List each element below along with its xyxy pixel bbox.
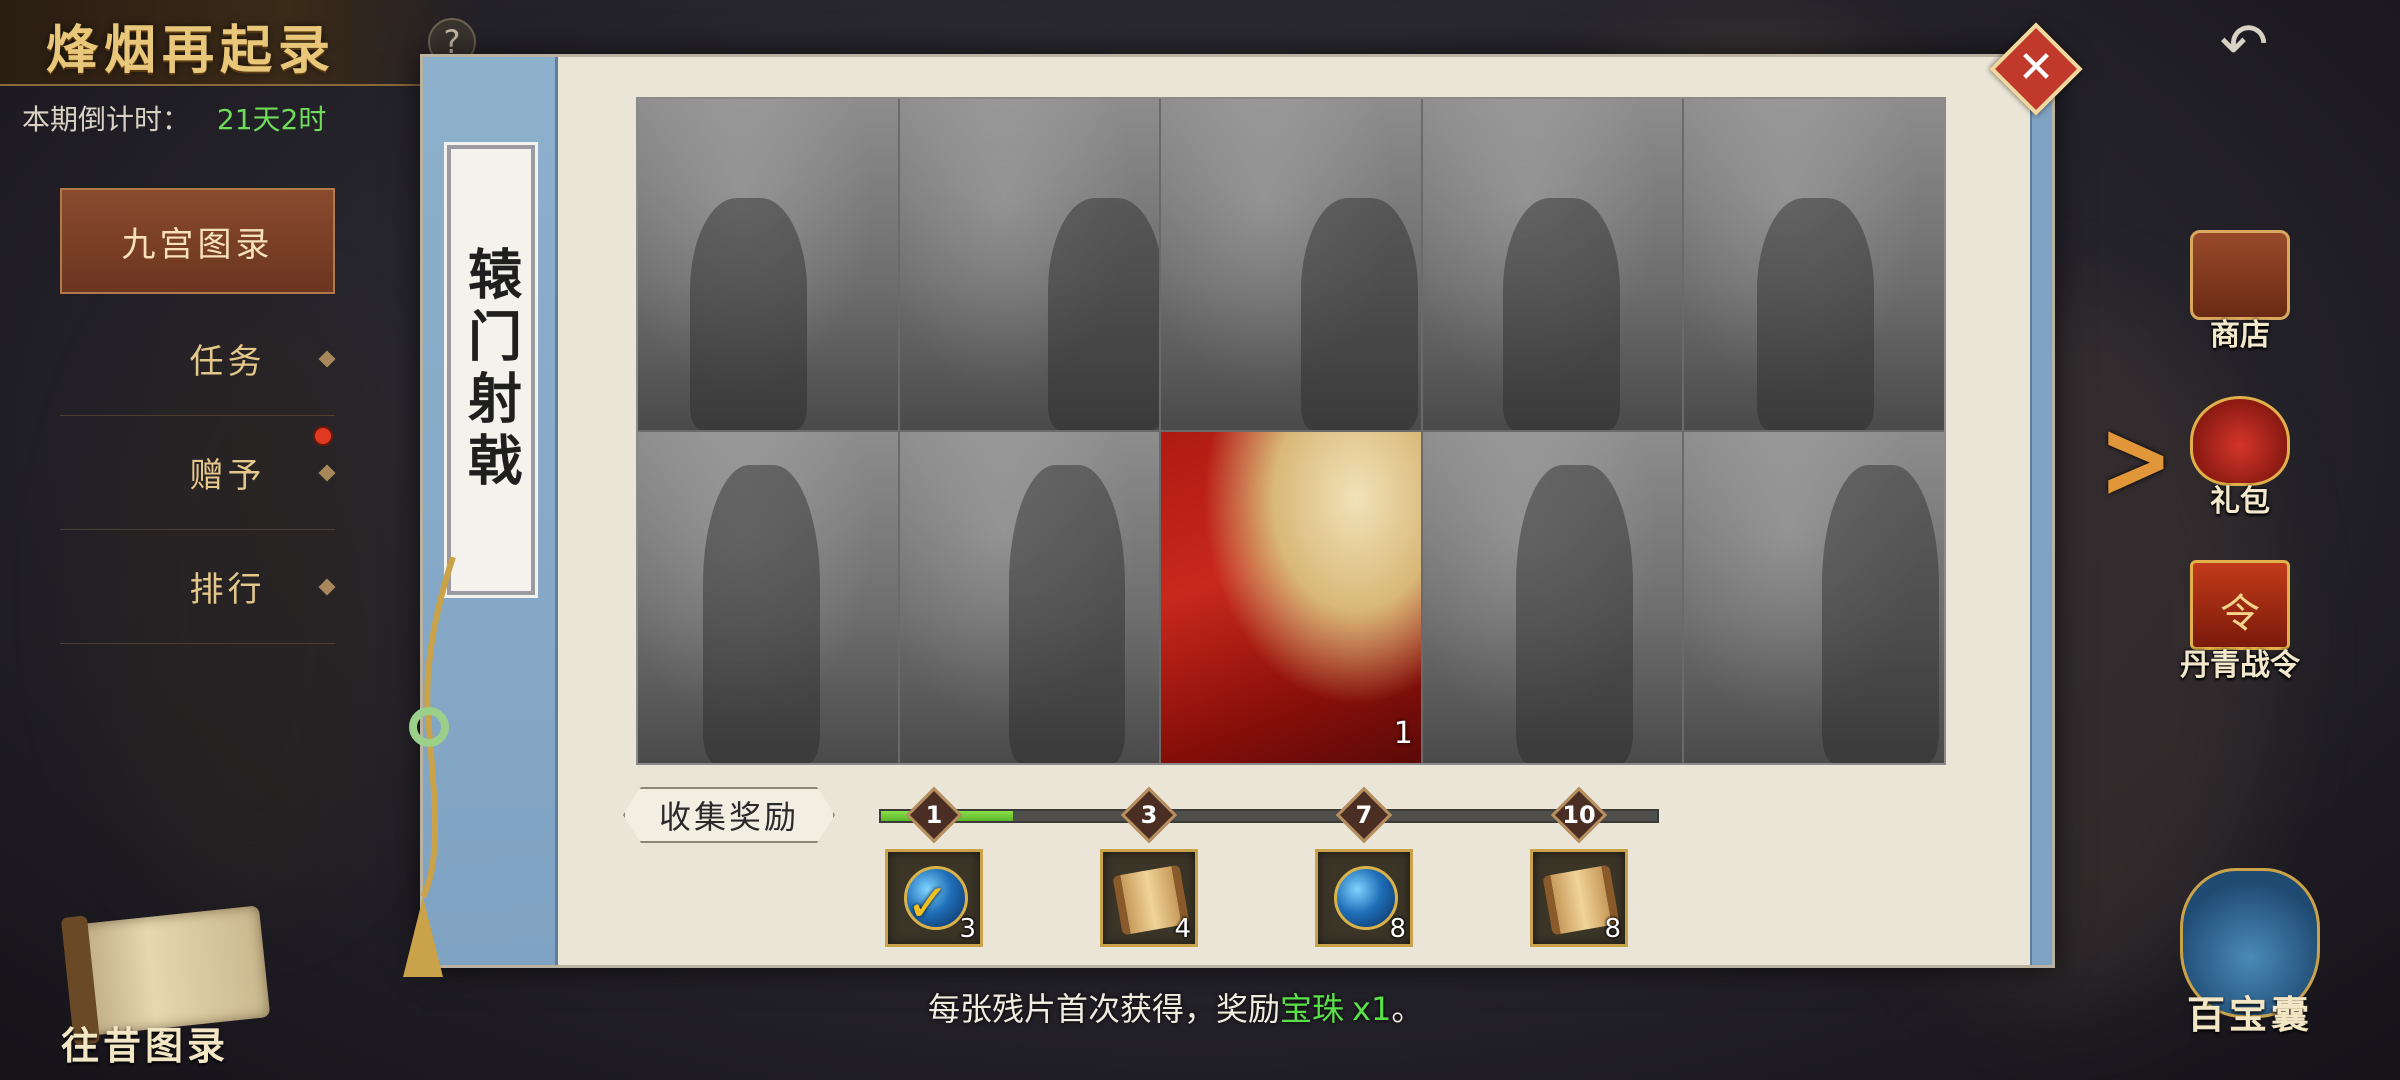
reward-item[interactable]: ✓ 3	[885, 849, 983, 947]
close-icon[interactable]: ✕	[2003, 36, 2069, 102]
piece-silhouette	[1757, 198, 1874, 430]
piece-silhouette	[1301, 198, 1419, 430]
order-token-char: 令	[2220, 591, 2260, 637]
tassel-decoration	[403, 557, 456, 977]
collect-reward-label: 收集奖励	[623, 787, 835, 843]
milestone-number: 3	[1140, 801, 1158, 829]
puzzle-piece[interactable]	[638, 99, 898, 430]
reward-item[interactable]: 8	[1530, 849, 1628, 947]
nav-item-label: 排行	[189, 570, 266, 610]
puzzle-piece[interactable]	[1684, 99, 1944, 430]
milestone-number: 10	[1562, 801, 1596, 829]
nav-item-nine-palace[interactable]: 九宫图录	[60, 188, 335, 294]
puzzle-piece[interactable]: 1	[1161, 432, 1421, 763]
piece-silhouette	[689, 198, 807, 430]
piece-silhouette	[1008, 465, 1126, 763]
puzzle-piece[interactable]	[1422, 432, 1683, 763]
milestone-number: 1	[925, 801, 943, 829]
nav-item-label: 九宫图录	[121, 224, 274, 265]
piece-silhouette	[702, 465, 820, 763]
gift-pack-button[interactable]: 礼包	[2155, 396, 2325, 520]
panel-right-strip	[2030, 57, 2052, 965]
reward-item[interactable]: 8	[1315, 849, 1413, 947]
past-archive-label: 往昔图录	[61, 1023, 230, 1068]
nav-item-label: 任务	[189, 342, 266, 382]
collect-progress-bar	[879, 809, 1659, 823]
gift-pack-label: 礼包	[2210, 484, 2270, 519]
nav-item-tasks[interactable]: 任务	[60, 302, 336, 416]
card-name: 辕门射戟	[458, 246, 523, 494]
shop-button[interactable]: 商店	[2155, 230, 2325, 354]
battle-pass-label: 丹青战令	[2180, 648, 2300, 683]
puzzle-piece[interactable]	[638, 432, 898, 763]
nav-item-gift[interactable]: 赠予	[60, 416, 336, 530]
progress-milestone: 7	[1335, 786, 1393, 844]
countdown-label: 本期倒计时：	[22, 103, 191, 136]
puzzle-piece[interactable]	[899, 432, 1160, 763]
gift-bag-icon	[2190, 396, 2290, 486]
diamond-icon	[318, 578, 336, 595]
reward-note: 每张残片首次获得，奖励宝珠 x1。	[928, 984, 1423, 1030]
piece-silhouette	[1821, 465, 1939, 763]
order-token-icon: 令	[2190, 560, 2290, 650]
progress-milestone: 1	[905, 786, 963, 844]
shop-label: 商店	[2210, 318, 2270, 353]
reward-item[interactable]: 4	[1100, 849, 1198, 947]
puzzle-panel: 辕门射戟 1 收集奖励 1 ✓ 3 3 4 7 8 10 8	[403, 54, 2055, 977]
page-title: 烽烟再起录	[46, 20, 337, 81]
progress-milestone: 3	[1120, 786, 1178, 844]
piece-count: 1	[1393, 716, 1413, 751]
reward-quantity: 4	[1174, 914, 1191, 944]
reward-note-prefix: 每张残片首次获得，奖励	[928, 990, 1281, 1028]
battle-pass-button[interactable]: 令 丹青战令	[2155, 560, 2325, 684]
piece-silhouette	[1503, 198, 1621, 430]
past-archive-button[interactable]: 往昔图录	[55, 905, 285, 1068]
puzzle-grid: 1	[636, 97, 1946, 765]
piece-silhouette	[1516, 465, 1634, 763]
reward-quantity: 8	[1389, 914, 1406, 944]
left-nav: 九宫图录 任务 赠予 排行	[60, 188, 336, 644]
puzzle-piece[interactable]	[1422, 99, 1683, 430]
treasure-chest-icon	[2190, 230, 2290, 320]
card-name-plaque: 辕门射戟	[444, 142, 538, 598]
notification-dot	[313, 426, 333, 446]
reward-quantity: 8	[1604, 914, 1621, 944]
reward-quantity: 3	[959, 914, 976, 944]
nav-item-ranking[interactable]: 排行	[60, 530, 336, 644]
title-bar: 烽烟再起录 ?	[0, 0, 480, 86]
reward-note-qty: x1	[1352, 990, 1392, 1028]
milestone-number: 7	[1355, 801, 1373, 829]
puzzle-piece[interactable]	[899, 99, 1160, 430]
back-button[interactable]: ↶	[2204, 14, 2284, 74]
treasure-bag-button[interactable]: 百宝囊	[2150, 868, 2350, 1039]
countdown-value: 21天2时	[216, 103, 327, 136]
treasure-bag-label: 百宝囊	[2186, 992, 2313, 1037]
diamond-icon	[318, 350, 336, 367]
countdown: 本期倒计时： 21天2时	[22, 98, 326, 138]
diamond-icon	[318, 464, 336, 481]
reward-note-item: 宝珠	[1280, 990, 1345, 1028]
reward-note-suffix: 。	[1391, 990, 1424, 1028]
puzzle-piece[interactable]	[1684, 432, 1944, 763]
piece-silhouette	[1047, 198, 1160, 430]
nav-item-label: 赠予	[189, 456, 266, 496]
puzzle-piece[interactable]	[1161, 99, 1421, 430]
checkmark-icon: ✓	[906, 874, 950, 934]
progress-milestone: 10	[1550, 786, 1608, 844]
